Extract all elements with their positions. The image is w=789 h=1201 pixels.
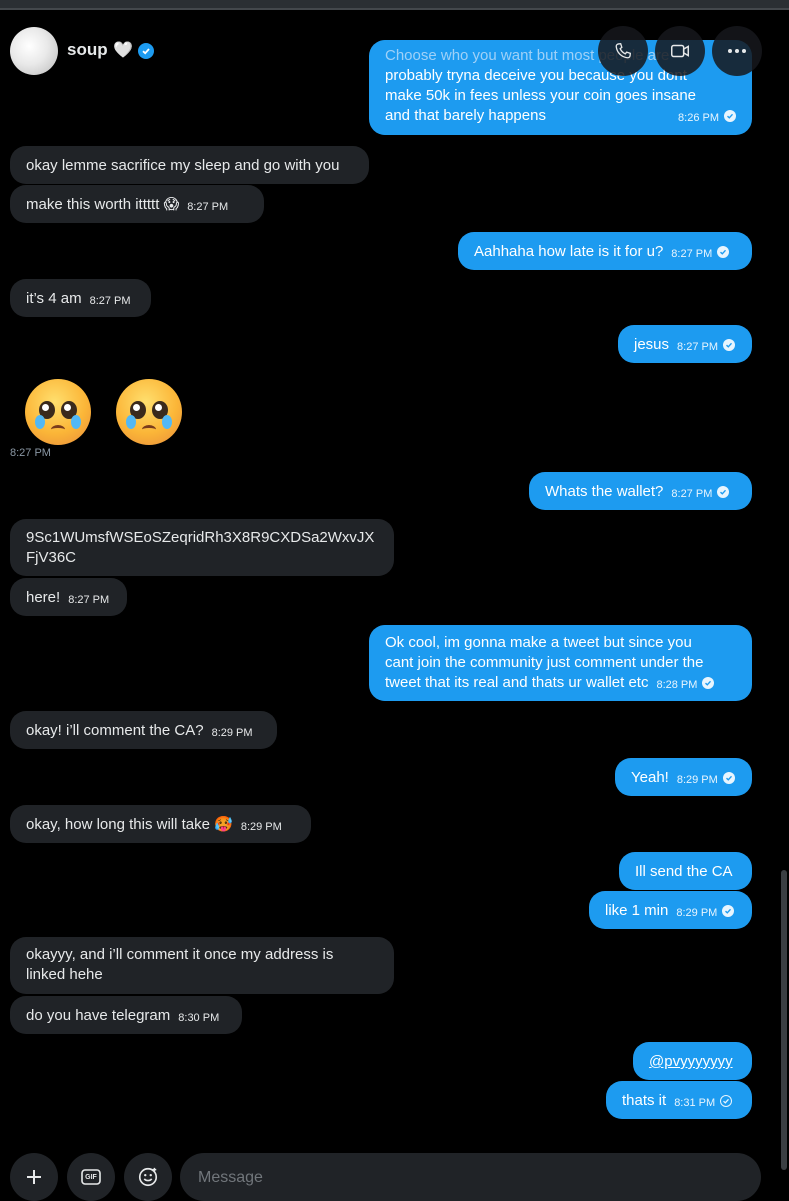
message-text: it’s 4 am	[26, 290, 82, 307]
plus-icon	[27, 1170, 41, 1184]
message-bubble-incoming[interactable]: okay lemme sacrifice my sleep and go wit…	[10, 146, 369, 184]
message-text: Aahhaha how late is it for u?	[474, 243, 664, 260]
message-time: 8:27 PM	[187, 201, 229, 213]
heart-emoji: 🤍	[113, 42, 133, 59]
avatar[interactable]	[10, 27, 58, 75]
emoji-mouth	[142, 425, 156, 434]
more-options-button[interactable]	[712, 26, 762, 76]
emoji-tear	[71, 415, 81, 429]
message-bubble-outgoing[interactable]: like 1 min 8:29 PM	[589, 891, 752, 929]
message-time: 8:27 PM	[68, 594, 110, 606]
message-line: tweet that its real and thats ur wallet …	[385, 673, 736, 694]
message-text: like 1 min	[605, 902, 669, 919]
message-time: 8:30 PM	[178, 1012, 220, 1024]
contact-name[interactable]: soup	[67, 40, 108, 60]
message-text: here!	[26, 589, 61, 606]
message-time: 8:27 PM	[671, 488, 713, 500]
read-check-icon	[723, 339, 735, 351]
message-text: do you have telegram	[26, 1007, 171, 1024]
message-line: okayyy, and i’ll comment it once my addr…	[26, 946, 334, 963]
message-line: cant join the community just comment und…	[385, 654, 704, 671]
message-time: 8:29 PM	[240, 821, 282, 833]
gif-label: GIF	[85, 1173, 97, 1181]
message-bubble-incoming[interactable]: here! 8:27 PM	[10, 578, 127, 616]
read-check-icon	[722, 905, 735, 917]
add-attachment-button[interactable]	[10, 1153, 58, 1201]
read-check-icon	[724, 110, 736, 122]
emoji-tear	[162, 415, 172, 429]
message-text: and that barely happens	[385, 107, 546, 124]
message-time: 8:28 PM	[656, 679, 698, 691]
emoji-icon	[138, 1167, 158, 1187]
verified-badge-icon	[138, 43, 154, 59]
message-bubble-outgoing[interactable]: thats it 8:31 PM	[606, 1081, 752, 1119]
message-time: 8:29 PM	[676, 774, 718, 786]
message-time: 8:29 PM	[676, 907, 718, 919]
emoji-mouth	[51, 425, 65, 434]
message-bubble-outgoing[interactable]: Yeah! 8:29 PM	[615, 758, 752, 796]
message-bubble-incoming[interactable]: it’s 4 am 8:27 PM	[10, 279, 151, 317]
message-text: tweet that its real and thats ur wallet …	[385, 674, 649, 691]
message-line: and that barely happens 8:26 PM	[385, 106, 736, 126]
message-bubble-incoming[interactable]: okayyy, and i’ll comment it once my addr…	[10, 937, 394, 994]
read-check-icon	[717, 246, 730, 258]
more-icon	[728, 49, 746, 53]
read-check-icon	[722, 772, 735, 784]
message-text: thats it	[622, 1092, 667, 1109]
video-icon	[671, 44, 689, 58]
emoji-button[interactable]	[124, 1153, 172, 1201]
message-time: 8:27 PM	[89, 295, 131, 307]
message-time: 8:26 PM	[678, 112, 719, 124]
message-time: 8:31 PM	[674, 1097, 716, 1109]
message-text: Whats the wallet?	[545, 483, 664, 500]
message-time: 8:27 PM	[10, 447, 51, 459]
message-bubble-incoming[interactable]: make this worth ittttt 😱 8:27 PM	[10, 185, 264, 223]
message-time: 8:27 PM	[677, 341, 718, 353]
message-composer[interactable]	[180, 1153, 761, 1201]
pleading-face-emoji[interactable]	[116, 379, 182, 445]
message-bubble-incoming[interactable]: do you have telegram 8:30 PM	[10, 996, 242, 1034]
message-text: jesus	[634, 336, 670, 353]
message-text: okay! i’ll comment the CA?	[26, 722, 204, 739]
gif-button[interactable]: GIF	[67, 1153, 115, 1201]
emoji-tear	[126, 415, 136, 429]
video-call-button[interactable]	[655, 26, 705, 76]
mention-link[interactable]: @pvyyyyyyy	[649, 1053, 733, 1070]
message-text: Yeah!	[631, 769, 669, 786]
message-time: 8:27 PM	[671, 248, 713, 260]
phone-icon	[615, 42, 632, 59]
emoji-tear	[35, 415, 45, 429]
message-bubble-outgoing[interactable]: @pvyyyyyyy	[633, 1042, 752, 1080]
message-bubble-outgoing[interactable]: Whats the wallet? 8:27 PM	[529, 472, 752, 510]
message-line: 9Sc1WUmsfWSEoSZeqridRh3X8R9CXDSa2WxvJX	[26, 529, 375, 546]
message-input[interactable]	[196, 1165, 740, 1191]
window-top-divider	[0, 8, 789, 10]
scrollbar[interactable]	[781, 870, 787, 1170]
sent-check-icon	[720, 1095, 733, 1107]
read-check-icon	[702, 677, 715, 689]
message-bubble-outgoing[interactable]: Aahhaha how late is it for u? 8:27 PM	[458, 232, 752, 270]
message-line: linked hehe	[26, 966, 103, 983]
message-text: Ill send the CA	[635, 863, 733, 880]
pleading-face-emoji[interactable]	[25, 379, 91, 445]
message-text: okay, how long this will take 🥵	[26, 816, 233, 833]
message-bubble-outgoing[interactable]: jesus 8:27 PM	[618, 325, 752, 363]
message-bubble-incoming[interactable]: 9Sc1WUmsfWSEoSZeqridRh3X8R9CXDSa2WxvJX F…	[10, 519, 394, 576]
message-bubble-incoming[interactable]: okay! i’ll comment the CA? 8:29 PM	[10, 711, 277, 749]
message-line: make 50k in fees unless your coin goes i…	[385, 87, 697, 104]
message-bubble-incoming[interactable]: okay, how long this will take 🥵 8:29 PM	[10, 805, 311, 843]
message-text: make this worth ittttt 😱	[26, 196, 180, 213]
read-check-icon	[717, 486, 730, 498]
message-bubble-outgoing[interactable]: Ill send the CA	[619, 852, 752, 890]
message-text: okay lemme sacrifice my sleep and go wit…	[26, 157, 340, 174]
message-line: FjV36C	[26, 549, 77, 566]
message-bubble-outgoing[interactable]: Ok cool, im gonna make a tweet but since…	[369, 625, 752, 701]
message-line: Ok cool, im gonna make a tweet but since…	[385, 634, 692, 651]
phone-call-button[interactable]	[598, 26, 648, 76]
message-time: 8:29 PM	[211, 727, 253, 739]
